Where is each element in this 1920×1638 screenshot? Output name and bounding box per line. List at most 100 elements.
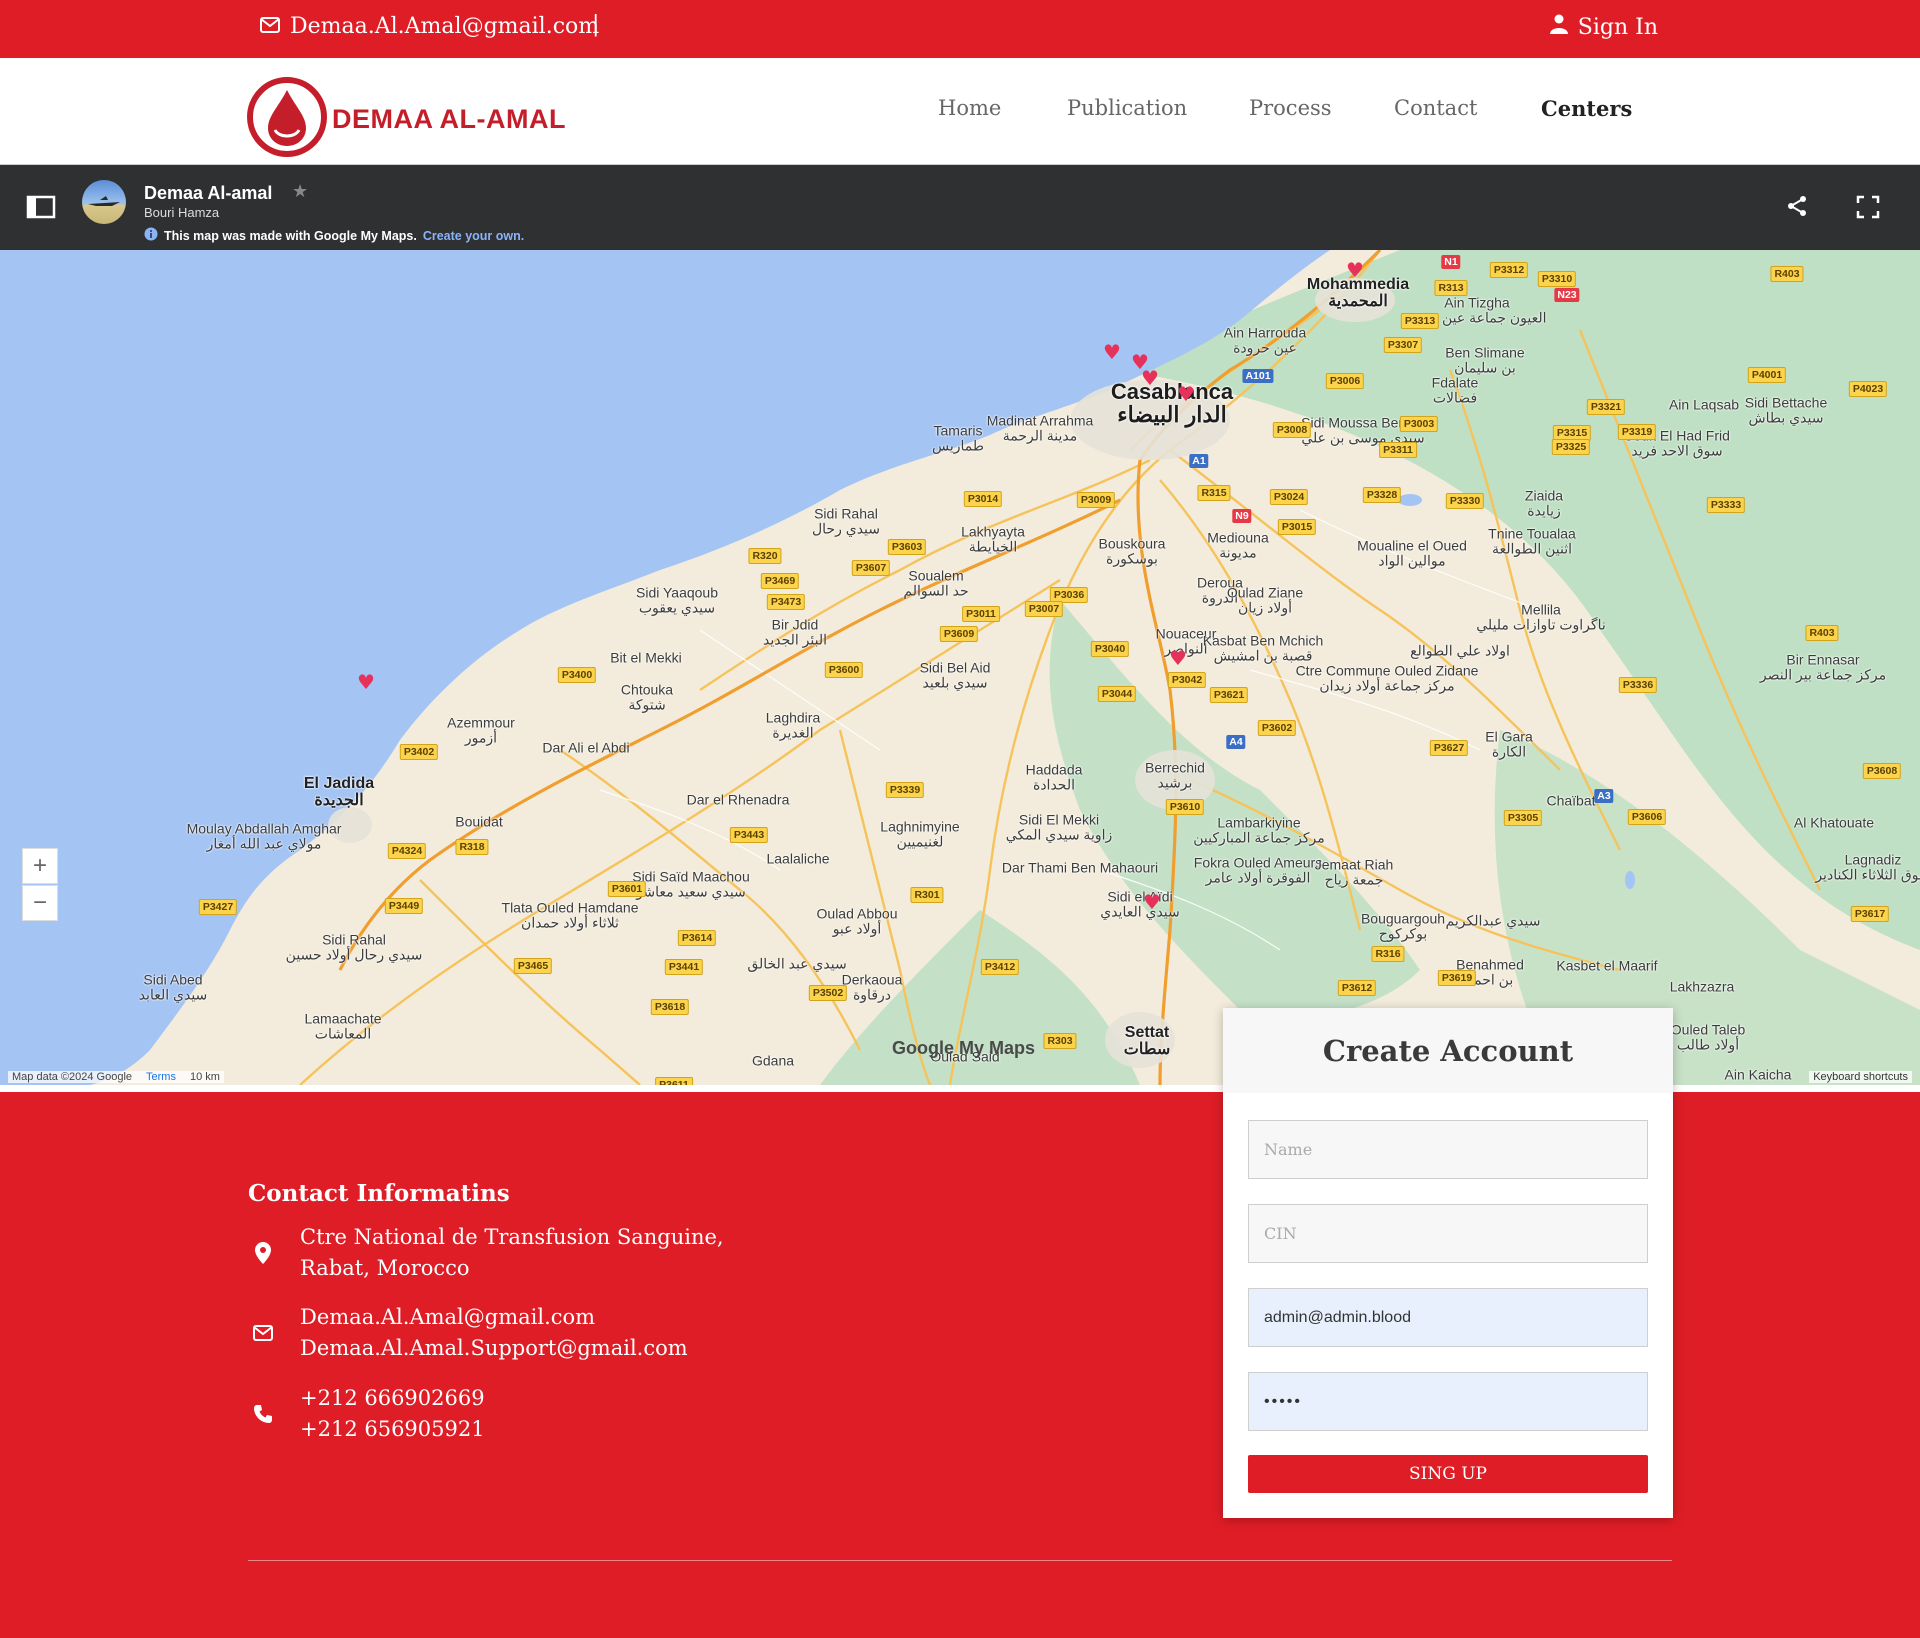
road-shield: P3469 [760, 573, 800, 589]
road-shield: P3443 [729, 827, 769, 843]
top-email[interactable]: Demaa.Al.Amal@gmail.com [260, 14, 599, 39]
site-header: DEMAA AL-AMAL Home Publication Process C… [0, 58, 1920, 164]
blood-center-pin[interactable]: ♥ [1346, 258, 1364, 282]
map-place-label: Kasbet el Maarif [1556, 957, 1658, 974]
phone-primary[interactable]: +212 666902669 [300, 1383, 485, 1414]
map-place-name: Dar el Rhenadra [686, 791, 790, 808]
road-shield: P4324 [387, 843, 427, 859]
road-shield: P3008 [1272, 422, 1312, 438]
road-shield: P3402 [399, 744, 439, 760]
map-place-name: Gdana [751, 1052, 795, 1069]
nav-process[interactable]: Process [1249, 96, 1332, 120]
map-place-name: Haddada [1025, 761, 1083, 778]
road-shield: P3612 [1337, 980, 1377, 996]
map-place-name: سيدي عبد الخالق [747, 955, 847, 972]
map-place-name: Sidi El Mekki [1018, 811, 1100, 828]
map-place-name-arabic: طماريس [931, 437, 985, 453]
email-input[interactable]: admin@admin.blood [1248, 1288, 1648, 1347]
map-place-name-arabic: عين حرودة [1233, 339, 1297, 355]
map-place-name: Bit el Mekki [610, 649, 682, 666]
password-input[interactable]: ••••• [1248, 1372, 1648, 1431]
blood-center-pin[interactable]: ♥ [357, 670, 375, 694]
map-place-name-arabic: سيدي العايدي [1100, 903, 1180, 919]
blood-center-pin[interactable]: ♥ [1103, 340, 1121, 364]
create-your-own-link[interactable]: Create your own. [423, 229, 524, 243]
nav-publication[interactable]: Publication [1067, 96, 1187, 120]
map-canvas[interactable]: Mohammedia المحمدية Casablanca الدار البيضا… [0, 250, 1920, 1085]
map-place-label: Sidi Yaaqoub سيدي يعقوب [636, 585, 718, 614]
email-primary[interactable]: Demaa.Al.Amal@gmail.com [300, 1302, 688, 1333]
phone-secondary[interactable]: +212 656905921 [300, 1414, 485, 1445]
map-place-label: Berrechid برشيد [1145, 760, 1205, 789]
map-place-name: Ain Tizgha [1444, 294, 1510, 311]
cin-input[interactable]: CIN [1248, 1204, 1648, 1263]
map-terms-link[interactable]: Terms [146, 1071, 176, 1083]
map-place-name: Ain Harrouda [1223, 324, 1307, 341]
map-place-name: El Jadida [303, 775, 375, 793]
nav-contact[interactable]: Contact [1394, 96, 1477, 120]
create-account-card: Create Account Name CIN admin@admin.bloo… [1223, 1008, 1673, 1518]
map-place-label: Mellila ناگراوت تاوازات مليلي [1476, 602, 1605, 631]
contact-emails: Demaa.Al.Amal@gmail.com Demaa.Al.Amal.Su… [248, 1302, 688, 1364]
centers-map: Demaa Al-amal ★ Bouri Hamza This map was… [0, 164, 1920, 1085]
zoom-out-button[interactable]: − [22, 885, 58, 921]
road-shield: P3009 [1076, 492, 1116, 508]
map-place-label: Ben Slimane بن سليمان [1445, 345, 1524, 374]
map-place-name: Al Khatouate [1793, 814, 1875, 831]
road-shield: P3336 [1618, 677, 1658, 693]
road-shield: P3609 [939, 626, 979, 642]
map-place-name-arabic: مديونة [1219, 544, 1257, 560]
star-icon[interactable]: ★ [292, 181, 308, 202]
road-shield: P3611 [655, 1077, 693, 1085]
fullscreen-icon[interactable] [1856, 195, 1880, 224]
email-support[interactable]: Demaa.Al.Amal.Support@gmail.com [300, 1333, 688, 1364]
nav-home[interactable]: Home [938, 96, 1001, 120]
name-input[interactable]: Name [1248, 1120, 1648, 1179]
map-place-name: Chaïbat [1546, 792, 1596, 809]
map-place-name-arabic: مولاي عبد الله أمغار [206, 835, 322, 851]
road-shield: R403 [1770, 266, 1804, 282]
road-shield: P3608 [1862, 763, 1902, 779]
map-place-name: Settat [1124, 1024, 1170, 1042]
map-place-name: Tlata Ouled Hamdane [501, 899, 639, 916]
map-place-label: Bouguargouh بوكركوح [1361, 911, 1445, 940]
map-place-label: Sidi El Mekki زاوية سيدي المكي [1006, 812, 1113, 841]
create-account-title: Create Account [1322, 1034, 1574, 1068]
blood-center-pin[interactable]: ♥ [1143, 890, 1161, 914]
map-place-label: Bit el Mekki [610, 649, 682, 666]
road-shield: P3003 [1399, 416, 1439, 432]
road-shield: P3449 [384, 898, 424, 914]
map-owner-avatar [82, 180, 126, 224]
blood-center-pin[interactable]: ♥ [1169, 646, 1187, 670]
map-place-label: Dar el Rhenadra [686, 791, 790, 808]
map-place-name-arabic: الجديدة [314, 792, 364, 809]
zoom-in-button[interactable]: + [22, 848, 58, 884]
map-place-name: Ziaida [1524, 487, 1564, 504]
map-place-name-arabic: موالين الواد [1378, 552, 1446, 568]
map-place-name: Jemaat Riah [1314, 856, 1394, 873]
map-place-label: Tlata Ouled Hamdane ثلاثاء أولاد حمدان [502, 900, 639, 929]
road-shield: P4001 [1747, 367, 1787, 383]
road-shield: P3321 [1586, 399, 1626, 415]
sign-up-button[interactable]: SING UP [1248, 1455, 1648, 1493]
map-place-name: Lamaachate [304, 1010, 382, 1027]
side-panel-icon[interactable] [26, 195, 56, 224]
map-place-label: Sidi el Aïdi سيدي العايدي [1100, 889, 1180, 918]
road-shield: P3330 [1445, 493, 1485, 509]
road-shield: P4023 [1848, 381, 1888, 397]
map-place-name: Kasbet el Maarif [1556, 957, 1658, 974]
map-place-name: Fdalate [1431, 374, 1479, 391]
share-icon[interactable] [1786, 195, 1808, 222]
map-place-label: Laghnimyine لغنيميين [880, 819, 959, 848]
map-place-name: Laghnimyine [880, 818, 960, 835]
map-place-label: Sidi Saïd Maachou سيدي سعيد معاشو [632, 869, 750, 898]
keyboard-shortcuts-link[interactable]: Keyboard shortcuts [1809, 1071, 1912, 1083]
map-place-label: Dar Thami Ben Mahaouri [1002, 860, 1158, 876]
blood-center-pin[interactable]: ♥ [1177, 382, 1195, 406]
sign-in-link[interactable]: Sign In [1549, 14, 1658, 40]
sign-in-label: Sign In [1577, 14, 1658, 40]
map-place-name-arabic: سيدي العابد [138, 986, 208, 1002]
map-place-name: Bir Ennasar [1786, 651, 1860, 668]
nav-centers[interactable]: Centers [1541, 96, 1632, 121]
blood-center-pin[interactable]: ♥ [1141, 366, 1159, 390]
